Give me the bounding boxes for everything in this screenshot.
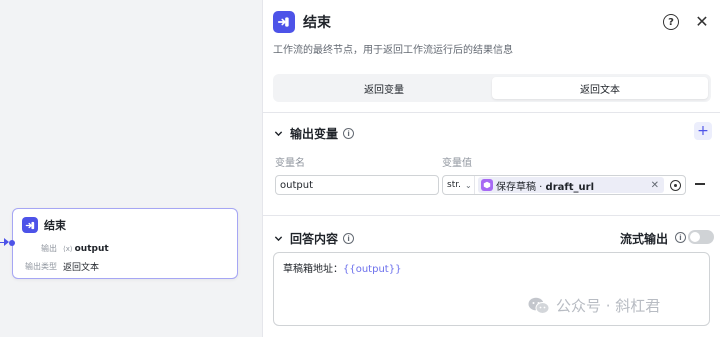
info-icon[interactable]: i xyxy=(675,232,686,243)
divider xyxy=(263,112,720,113)
stream-output-label: 流式输出 xyxy=(620,232,669,246)
variable-value-field[interactable]: str. ⌄ 保存草稿 · draft_url ✕ xyxy=(442,175,686,195)
output-section-title: 输出变量 xyxy=(290,127,339,141)
cube-icon xyxy=(481,179,493,191)
answer-section-title: 回答内容 xyxy=(290,232,339,246)
reference-text: 保存草稿 · draft_url xyxy=(496,178,594,193)
close-icon[interactable]: ✕ xyxy=(693,12,711,31)
watermark: 公众号 · 斜杠君 xyxy=(528,295,660,316)
variable-icon: ⟨x⟩ xyxy=(63,244,73,253)
input-port[interactable] xyxy=(9,240,15,246)
node-output-label: 输出 xyxy=(41,244,57,253)
panel-description: 工作流的最终节点，用于返回工作流运行后的结果信息 xyxy=(273,45,513,56)
column-label-name: 变量名 xyxy=(275,158,305,169)
answer-section-header: 回答内容 i xyxy=(273,230,355,247)
node-output-row: 输出 ⟨x⟩ output xyxy=(21,243,109,254)
tab-return-variable[interactable]: 返回变量 xyxy=(276,77,492,99)
node-header: 结束 xyxy=(22,217,66,233)
stream-output-toggle[interactable] xyxy=(688,230,714,244)
column-label-value: 变量值 xyxy=(442,158,472,169)
chevron-down-icon: ⌄ xyxy=(464,180,472,190)
mode-tabs: 返回变量 返回文本 xyxy=(273,74,711,102)
reference-node-name: 保存草稿 xyxy=(496,181,536,193)
watermark-text: 公众号 · 斜杠君 xyxy=(556,297,661,315)
target-icon[interactable] xyxy=(670,179,681,191)
tab-return-text[interactable]: 返回文本 xyxy=(492,77,708,99)
node-config-panel: 结束 ? ✕ 工作流的最终节点，用于返回工作流运行后的结果信息 返回变量 返回文… xyxy=(262,0,720,337)
help-icon[interactable]: ? xyxy=(663,14,679,30)
info-icon[interactable]: i xyxy=(343,233,355,244)
panel-title: 结束 xyxy=(303,15,331,31)
clear-icon[interactable]: ✕ xyxy=(651,180,659,191)
panel-header: 结束 xyxy=(273,11,331,33)
reference-separator: · xyxy=(536,181,546,193)
add-variable-button[interactable]: + xyxy=(694,122,712,140)
node-output-var: output xyxy=(74,243,109,254)
answer-content-text: 草稿箱地址： xyxy=(283,264,343,275)
chevron-down-icon[interactable] xyxy=(273,234,283,244)
variable-reference-tag[interactable]: 保存草稿 · draft_url ✕ xyxy=(478,177,664,193)
workflow-canvas[interactable]: 结束 输出 ⟨x⟩ output 输出类型 返回文本 xyxy=(0,0,262,337)
node-output-type-row: 输出类型 返回文本 xyxy=(21,260,99,273)
node-output-value: ⟨x⟩ output xyxy=(63,244,109,254)
type-select[interactable]: str. ⌄ xyxy=(443,176,475,194)
output-section-header: 输出变量 i xyxy=(273,125,355,142)
node-output-type-label: 输出类型 xyxy=(25,262,57,271)
info-icon[interactable]: i xyxy=(343,128,355,139)
end-node-icon xyxy=(273,11,295,33)
reference-variable-name: draft_url xyxy=(545,181,594,193)
type-select-value: str. xyxy=(447,180,461,190)
wechat-logo-icon xyxy=(528,297,550,315)
remove-variable-button[interactable] xyxy=(695,183,705,185)
variable-name-input[interactable]: output xyxy=(275,175,439,195)
node-output-type-value: 返回文本 xyxy=(63,263,100,273)
end-node-icon xyxy=(22,217,38,233)
end-node-card[interactable]: 结束 输出 ⟨x⟩ output 输出类型 返回文本 xyxy=(12,208,238,279)
answer-variable-placeholder: {{output}} xyxy=(343,264,402,275)
chevron-down-icon[interactable] xyxy=(273,129,283,139)
divider xyxy=(263,215,720,216)
node-title: 结束 xyxy=(44,219,66,232)
